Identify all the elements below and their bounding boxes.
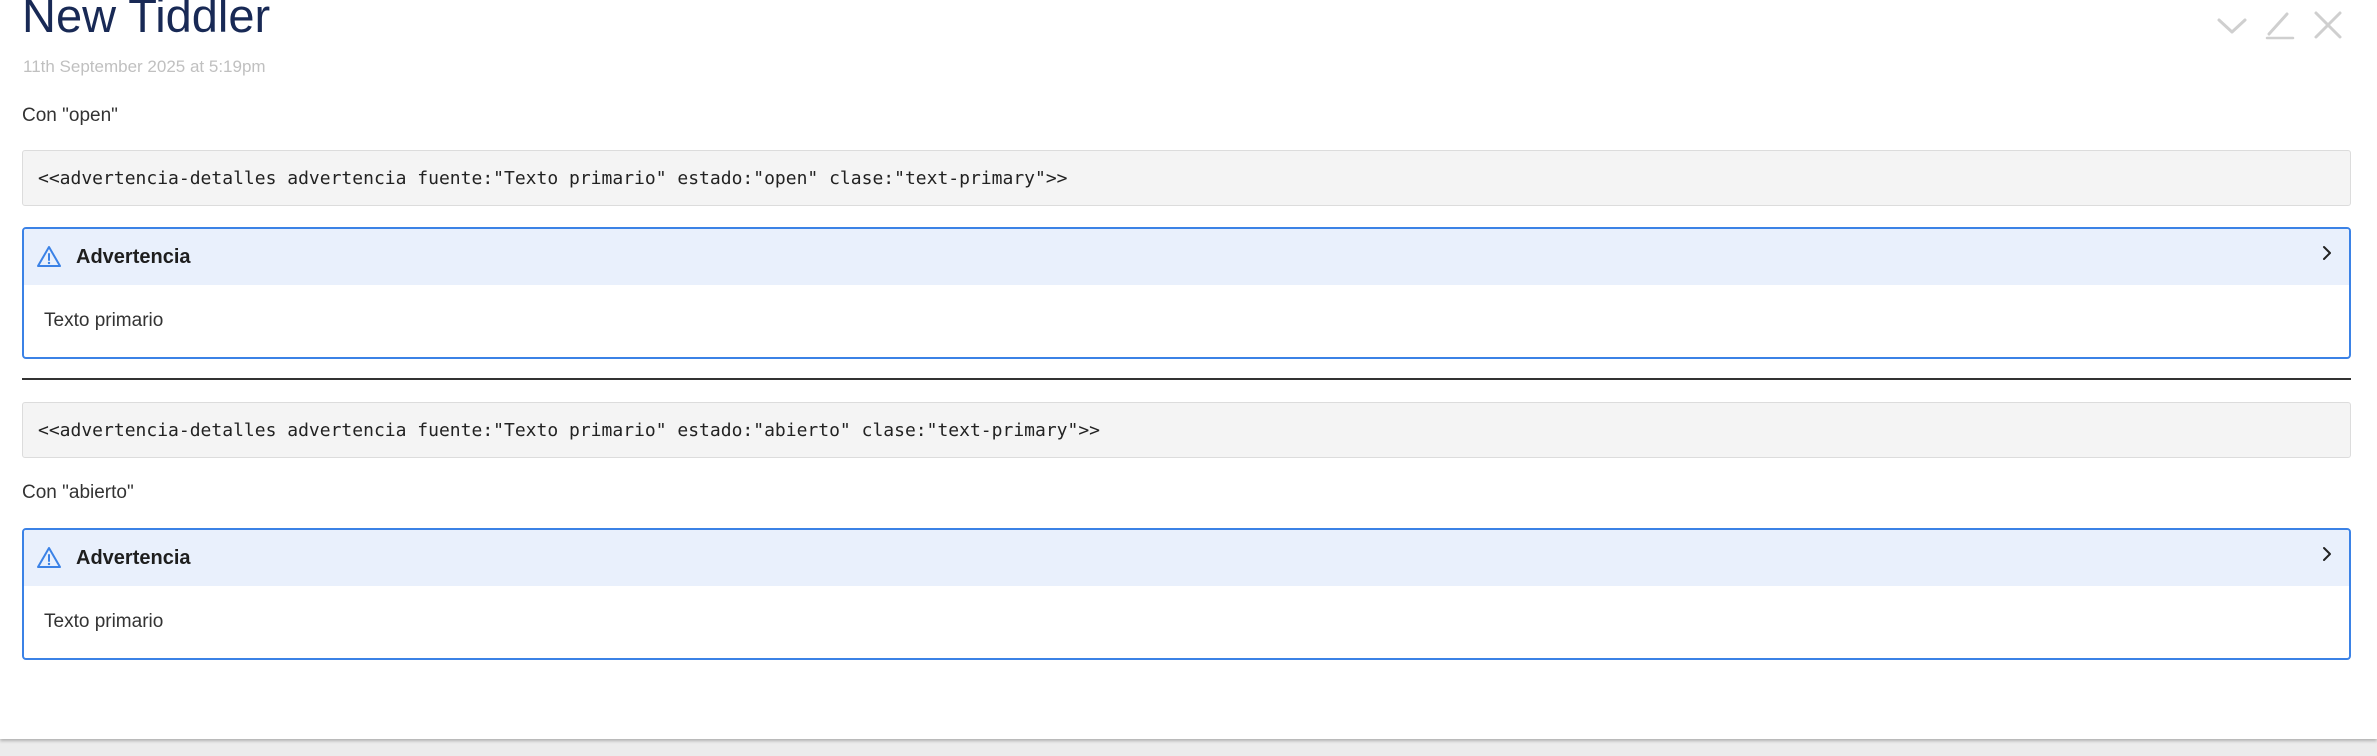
- chevron-right-icon: [2317, 243, 2337, 263]
- details-open: Advertencia Texto primario: [22, 227, 2351, 359]
- details-content: Texto primario: [44, 611, 164, 632]
- horizontal-rule: [22, 378, 2351, 380]
- checkmark-icon: [2217, 18, 2247, 34]
- tiddler-title: New Tiddler: [22, 0, 271, 42]
- tiddler-subtitle: 11th September 2025 at 5:19pm: [23, 57, 266, 76]
- warning-icon: [36, 244, 62, 270]
- chevron-right-icon: [2317, 544, 2337, 564]
- done-button[interactable]: [2215, 8, 2249, 42]
- tiddler-controls: [2215, 8, 2345, 42]
- warning-icon: [36, 545, 62, 571]
- paragraph-open: Con "open": [22, 105, 118, 126]
- code-block-abierto: <<advertencia-detalles advertencia fuent…: [22, 402, 2351, 458]
- edit-button[interactable]: [2263, 8, 2297, 42]
- details-summary[interactable]: Advertencia: [24, 229, 2349, 285]
- details-content: Texto primario: [44, 310, 164, 331]
- details-summary-label: Advertencia: [76, 245, 191, 268]
- details-summary[interactable]: Advertencia: [24, 530, 2349, 586]
- pencil-icon: [2265, 12, 2295, 40]
- details-abierto: Advertencia Texto primario: [22, 528, 2351, 660]
- details-summary-label: Advertencia: [76, 546, 191, 569]
- paragraph-abierto: Con "abierto": [22, 482, 134, 503]
- close-icon: [2314, 11, 2342, 39]
- code-block-open: <<advertencia-detalles advertencia fuent…: [22, 150, 2351, 206]
- tiddler-frame: New Tiddler 11th September 2025 at 5:19p…: [0, 0, 2377, 739]
- close-button[interactable]: [2311, 8, 2345, 42]
